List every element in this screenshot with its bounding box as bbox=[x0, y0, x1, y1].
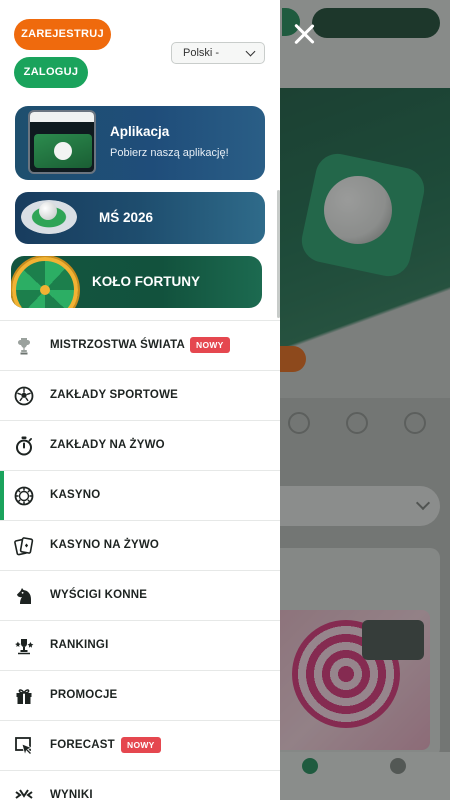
promo-wheel-title: KOŁO FORTUNY bbox=[92, 274, 200, 289]
menu-item-live-casino[interactable]: KASYNO NA ŻYWO bbox=[0, 520, 280, 570]
menu-item-forecast[interactable]: FORECAST NOWY bbox=[0, 720, 280, 770]
stopwatch-icon bbox=[14, 436, 34, 456]
drawer-header: ZAREJESTRUJ ZALOGUJ Polski - Aplikacja P… bbox=[0, 0, 280, 320]
close-icon[interactable] bbox=[292, 22, 316, 46]
menu-item-live-betting[interactable]: ZAKŁADY NA ŻYWO bbox=[0, 420, 280, 470]
menu-item-label: MISTRZOSTWA ŚWIATA bbox=[50, 339, 185, 351]
menu-item-world-cup[interactable]: MISTRZOSTWA ŚWIATA NOWY bbox=[0, 320, 280, 370]
menu-item-casino[interactable]: KASYNO bbox=[0, 470, 280, 520]
promo-world-cup-banner[interactable]: MŚ 2026 bbox=[15, 192, 265, 244]
login-button[interactable]: ZALOGUJ bbox=[14, 57, 88, 88]
promo-wheel-of-fortune-banner[interactable]: KOŁO FORTUNY bbox=[11, 256, 262, 308]
stadium-icon bbox=[17, 194, 79, 240]
playing-cards-icon bbox=[14, 536, 34, 556]
soccer-ball-icon bbox=[14, 386, 34, 406]
gift-icon bbox=[14, 686, 34, 706]
language-select[interactable]: Polski - bbox=[171, 42, 265, 64]
menu-item-label: KASYNO bbox=[50, 489, 101, 501]
language-select-value: Polski - bbox=[183, 47, 220, 59]
forecast-cursor-icon bbox=[14, 736, 34, 756]
menu-item-label: RANKINGI bbox=[50, 639, 109, 651]
new-badge: NOWY bbox=[121, 737, 161, 753]
register-button[interactable]: ZAREJESTRUJ bbox=[14, 19, 111, 50]
menu-item-label: WYNIKI bbox=[50, 789, 93, 800]
menu-item-rankings[interactable]: RANKINGI bbox=[0, 620, 280, 670]
main-menu: MISTRZOSTWA ŚWIATA NOWY ZAKŁADY SPORTOWE… bbox=[0, 320, 280, 800]
menu-item-label: ZAKŁADY NA ŻYWO bbox=[50, 439, 165, 451]
ranking-trophy-icon bbox=[14, 636, 34, 656]
app-screenshot-image bbox=[28, 110, 96, 174]
menu-item-promotions[interactable]: PROMOCJE bbox=[0, 670, 280, 720]
side-menu-drawer: ZAREJESTRUJ ZALOGUJ Polski - Aplikacja P… bbox=[0, 0, 280, 800]
horse-head-icon bbox=[14, 586, 34, 606]
new-badge: NOWY bbox=[190, 337, 230, 353]
menu-item-label: PROMOCJE bbox=[50, 689, 118, 701]
fortune-wheel-icon bbox=[12, 257, 78, 308]
casino-chip-icon bbox=[14, 486, 34, 506]
menu-item-label: FORECAST bbox=[50, 739, 115, 751]
promo-app-subtitle: Pobierz naszą aplikację! bbox=[110, 147, 229, 159]
scrollbar[interactable] bbox=[277, 190, 280, 318]
menu-item-sports-betting[interactable]: ZAKŁADY SPORTOWE bbox=[0, 370, 280, 420]
promo-app-banner[interactable]: Aplikacja Pobierz naszą aplikację! bbox=[15, 106, 265, 180]
chevron-down-icon bbox=[245, 46, 256, 57]
menu-item-label: KASYNO NA ŻYWO bbox=[50, 539, 160, 551]
menu-item-horse-racing[interactable]: WYŚCIGI KONNE bbox=[0, 570, 280, 620]
menu-item-label: WYŚCIGI KONNE bbox=[50, 589, 148, 601]
menu-item-results[interactable]: WYNIKI bbox=[0, 770, 280, 800]
promo-world-cup-title: MŚ 2026 bbox=[99, 210, 154, 225]
promo-app-title: Aplikacja bbox=[110, 124, 170, 139]
menu-item-label: ZAKŁADY SPORTOWE bbox=[50, 389, 179, 401]
trophy-icon bbox=[14, 336, 34, 356]
results-icon bbox=[14, 786, 34, 800]
drawer-overlay[interactable] bbox=[280, 0, 450, 800]
